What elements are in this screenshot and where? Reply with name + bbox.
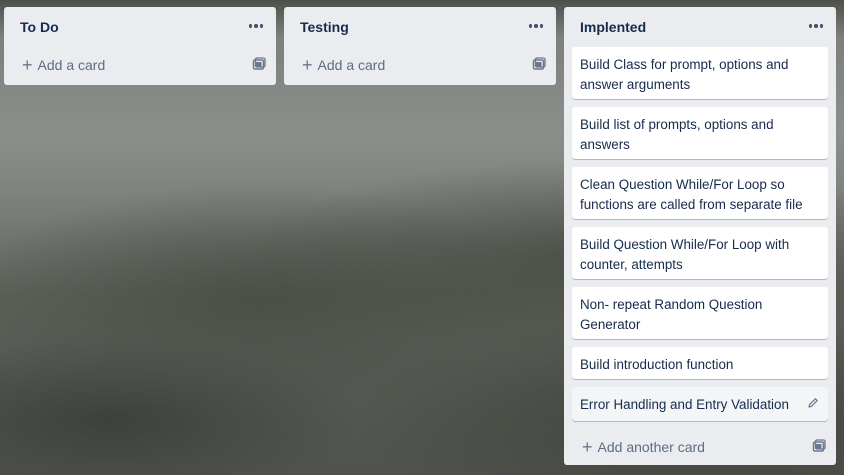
card-template-icon[interactable] bbox=[252, 57, 266, 71]
add-card-button[interactable]: + Add a card bbox=[4, 47, 276, 83]
list-menu-button[interactable] bbox=[524, 16, 548, 36]
ellipsis-icon bbox=[528, 24, 544, 28]
card-title: Build introduction function bbox=[580, 357, 734, 372]
add-card-label: Add a card bbox=[317, 57, 386, 73]
card-hovered[interactable]: Error Handling and Entry Validation bbox=[572, 387, 828, 421]
list-title[interactable]: Testing bbox=[300, 19, 540, 35]
card[interactable]: Non- repeat Random Question Generator bbox=[572, 287, 828, 339]
card-list: Build Class for prompt, options and answ… bbox=[564, 47, 836, 421]
card[interactable]: Build Question While/For Loop with count… bbox=[572, 227, 828, 279]
pencil-icon[interactable] bbox=[807, 397, 819, 409]
list-title[interactable]: To Do bbox=[20, 19, 260, 35]
card[interactable]: Clean Question While/For Loop so functio… bbox=[572, 167, 828, 219]
card-title: Build list of prompts, options and answe… bbox=[580, 117, 774, 152]
ellipsis-icon bbox=[808, 24, 824, 28]
card-title: Non- repeat Random Question Generator bbox=[580, 297, 763, 332]
list-menu-button[interactable] bbox=[244, 16, 268, 36]
add-card-label: Add another card bbox=[597, 439, 705, 455]
card-template-icon[interactable] bbox=[812, 439, 826, 453]
list-implented: Implented Build Class for prompt, option… bbox=[564, 7, 836, 465]
card-title: Build Class for prompt, options and answ… bbox=[580, 57, 789, 92]
plus-icon: + bbox=[22, 55, 33, 75]
list-header[interactable]: To Do bbox=[4, 7, 276, 47]
add-another-card-button[interactable]: + Add another card bbox=[564, 429, 836, 465]
ellipsis-icon bbox=[248, 24, 264, 28]
list-header[interactable]: Testing bbox=[284, 7, 556, 47]
add-card-button[interactable]: + Add a card bbox=[284, 47, 556, 83]
card-title: Build Question While/For Loop with count… bbox=[580, 237, 790, 272]
list-testing: Testing + Add a card bbox=[284, 7, 556, 85]
plus-icon: + bbox=[302, 55, 313, 75]
list-title[interactable]: Implented bbox=[580, 19, 820, 35]
list-menu-button[interactable] bbox=[804, 16, 828, 36]
card-title: Error Handling and Entry Validation bbox=[580, 397, 789, 412]
plus-icon: + bbox=[582, 437, 593, 457]
list-header[interactable]: Implented bbox=[564, 7, 836, 47]
card[interactable]: Build Class for prompt, options and answ… bbox=[572, 47, 828, 99]
list-to-do: To Do + Add a card bbox=[4, 7, 276, 85]
card-template-icon[interactable] bbox=[532, 57, 546, 71]
card[interactable]: Build list of prompts, options and answe… bbox=[572, 107, 828, 159]
add-card-label: Add a card bbox=[37, 57, 106, 73]
card[interactable]: Build introduction function bbox=[572, 347, 828, 379]
card-title: Clean Question While/For Loop so functio… bbox=[580, 177, 803, 212]
